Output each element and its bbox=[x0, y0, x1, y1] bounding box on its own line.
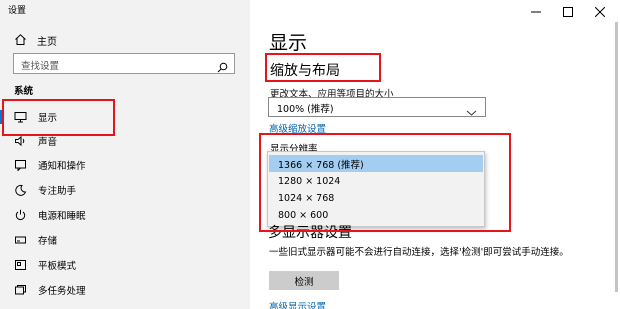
home-icon bbox=[14, 31, 27, 50]
maximize-button[interactable] bbox=[552, 0, 584, 22]
advanced-display-link[interactable]: 高级显示设置 bbox=[269, 299, 326, 309]
sidebar-item-tablet-mode[interactable]: 平板模式 bbox=[0, 257, 250, 273]
tablet-icon bbox=[13, 258, 27, 272]
annotation-box-display bbox=[2, 99, 115, 136]
power-icon bbox=[13, 208, 27, 222]
multitask-icon bbox=[13, 283, 27, 297]
window-title: 设置 bbox=[8, 6, 27, 16]
sidebar-item-storage[interactable]: 存储 bbox=[0, 232, 250, 248]
sidebar-item-label: 平板模式 bbox=[38, 261, 77, 272]
scale-value: 100% (推荐) bbox=[277, 104, 334, 115]
page-title: 显示 bbox=[269, 32, 308, 54]
sidebar-item-label: 声音 bbox=[38, 137, 58, 148]
sidebar-item-notifications[interactable]: 通知和操作 bbox=[0, 157, 250, 173]
sidebar-item-power-sleep[interactable]: 电源和睡眠 bbox=[0, 207, 250, 223]
sidebar-item-focus-assist[interactable]: 专注助手 bbox=[0, 182, 250, 198]
sidebar-item-label: 多任务处理 bbox=[38, 286, 86, 297]
detect-button[interactable]: 检测 bbox=[269, 271, 339, 290]
search-placeholder: 查找设置 bbox=[21, 61, 60, 72]
minimize-button[interactable] bbox=[520, 0, 552, 22]
search-icon bbox=[217, 58, 228, 77]
sidebar-item-label: 专注助手 bbox=[38, 186, 77, 197]
section-label: 系统 bbox=[14, 86, 34, 97]
scrollbar[interactable] bbox=[615, 22, 618, 292]
sidebar-item-label: 电源和睡眠 bbox=[38, 211, 86, 222]
chevron-down-icon bbox=[466, 102, 477, 121]
multi-display-description: 一些旧式显示器可能不会进行自动连接，选择'检测'即可尝试手动连接。 bbox=[269, 247, 569, 258]
scale-dropdown[interactable]: 100% (推荐) bbox=[268, 97, 486, 117]
annotation-box-scale bbox=[265, 53, 381, 82]
home-label: 主页 bbox=[37, 36, 57, 48]
close-button[interactable] bbox=[584, 0, 616, 22]
notification-icon bbox=[13, 158, 27, 172]
annotation-box-resolution bbox=[259, 133, 511, 232]
sidebar-item-label: 存储 bbox=[38, 236, 58, 247]
sidebar: 设置 主页 查找设置 系统 显示 声音 通知和操作 专注助手 电源和睡眠 存储 … bbox=[0, 0, 250, 309]
sidebar-item-multitasking[interactable]: 多任务处理 bbox=[0, 282, 250, 298]
close-icon bbox=[594, 2, 606, 21]
maximize-icon bbox=[563, 2, 573, 21]
search-input[interactable]: 查找设置 bbox=[13, 53, 235, 74]
home-link[interactable]: 主页 bbox=[14, 31, 57, 50]
storage-icon bbox=[13, 233, 27, 247]
settings-window: 设置 主页 查找设置 系统 显示 声音 通知和操作 专注助手 电源和睡眠 存储 … bbox=[0, 0, 620, 309]
moon-icon bbox=[13, 183, 27, 197]
minimize-icon bbox=[531, 2, 541, 21]
sidebar-item-label: 通知和操作 bbox=[38, 161, 86, 172]
speaker-icon bbox=[13, 134, 27, 148]
